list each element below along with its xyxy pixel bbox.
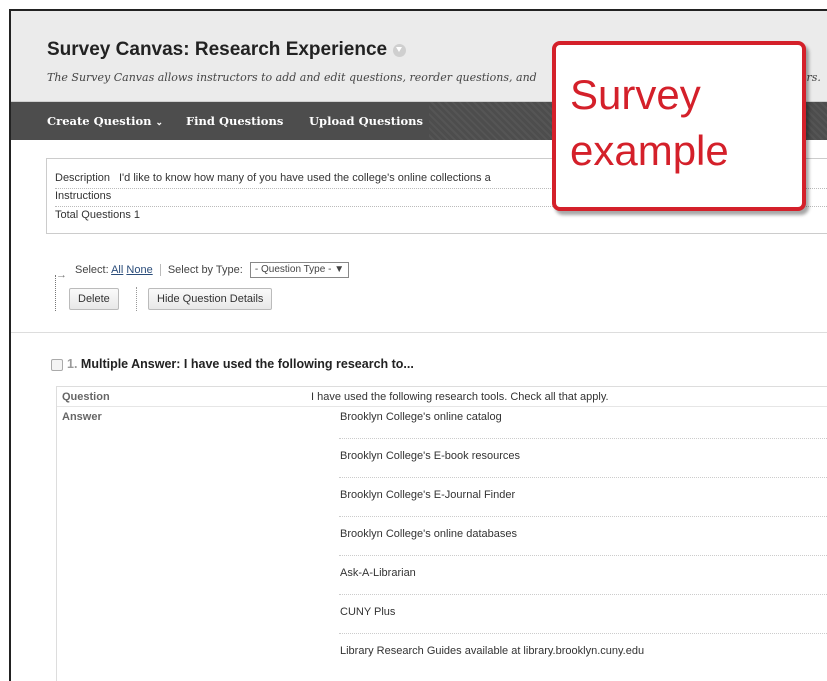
divider	[339, 594, 827, 595]
selection-arrow-icon	[55, 269, 67, 311]
survey-example-callout: Survey example	[552, 41, 806, 211]
question-text: I have used the following research tools…	[311, 391, 609, 403]
divider	[339, 633, 827, 634]
chevron-down-icon: ⌄	[155, 118, 164, 128]
question-title-text: Multiple Answer: I have used the followi…	[80, 357, 414, 371]
divider	[159, 264, 161, 276]
divider	[57, 406, 827, 407]
selection-toolbar: Select: All None Select by Type: - Quest…	[75, 262, 350, 278]
divider	[339, 555, 827, 556]
create-question-menu[interactable]: Create Question ⌄	[47, 102, 163, 140]
description-label: Description	[55, 172, 111, 184]
page-title-text: Survey Canvas: Research Experience	[47, 39, 388, 60]
question-type-select-value: - Question Type -	[254, 264, 332, 275]
answer-option: Brooklyn College's E-Journal Finder	[340, 489, 516, 501]
divider	[339, 477, 827, 478]
answer-option: CUNY Plus	[340, 606, 396, 618]
answer-option: Brooklyn College's online catalog	[340, 411, 502, 423]
answer-label: Answer	[62, 411, 102, 423]
total-questions-label: Total Questions	[55, 209, 131, 221]
select-label: Select:	[75, 263, 109, 276]
create-question-label: Create Question	[47, 114, 152, 128]
question-details-table: Question I have used the following resea…	[56, 386, 827, 681]
total-questions-value: 1	[133, 209, 141, 221]
answer-option: Library Research Guides available at lib…	[340, 645, 645, 657]
survey-canvas-page: Survey Canvas: Research Experience The S…	[11, 11, 827, 681]
window-frame: Survey Canvas: Research Experience The S…	[9, 9, 827, 681]
answer-option: Brooklyn College's online databases	[340, 528, 517, 540]
question-checkbox[interactable]	[51, 359, 63, 371]
divider	[339, 516, 827, 517]
delete-button[interactable]: Delete	[69, 288, 119, 310]
divider	[339, 438, 827, 439]
answer-option: Brooklyn College's E-book resources	[340, 450, 521, 462]
question-label: Question	[62, 391, 110, 403]
select-all-link[interactable]: All	[111, 264, 123, 276]
upload-questions-button[interactable]: Upload Questions	[309, 102, 423, 140]
page-title: Survey Canvas: Research Experience	[47, 39, 407, 61]
callout-line-2: example	[570, 127, 729, 174]
total-questions-row: Total Questions 1	[55, 209, 140, 221]
hide-question-details-button[interactable]: Hide Question Details	[148, 288, 273, 310]
find-questions-button[interactable]: Find Questions	[186, 102, 283, 140]
instructions-row: Instructions	[55, 190, 119, 202]
page-subtitle: The Survey Canvas allows instructors to …	[47, 71, 537, 84]
question-title: 1. Multiple Answer: I have used the foll…	[67, 357, 414, 371]
section-divider	[11, 332, 827, 333]
instructions-label: Instructions	[55, 190, 112, 202]
description-row: Description I'd like to know how many of …	[55, 172, 491, 184]
divider	[136, 287, 137, 311]
question-number: 1.	[67, 357, 78, 371]
callout-line-1: Survey	[570, 71, 701, 118]
title-options-chevron-icon[interactable]	[393, 43, 407, 57]
question-type-select[interactable]: - Question Type - ▼	[249, 262, 350, 278]
answer-option: Ask-A-Librarian	[340, 567, 416, 579]
description-value: I'd like to know how many of you have us…	[119, 172, 491, 184]
select-none-link[interactable]: None	[126, 264, 152, 276]
select-by-type-label: Select by Type:	[167, 263, 243, 276]
dropdown-arrow-icon: ▼	[334, 264, 345, 275]
